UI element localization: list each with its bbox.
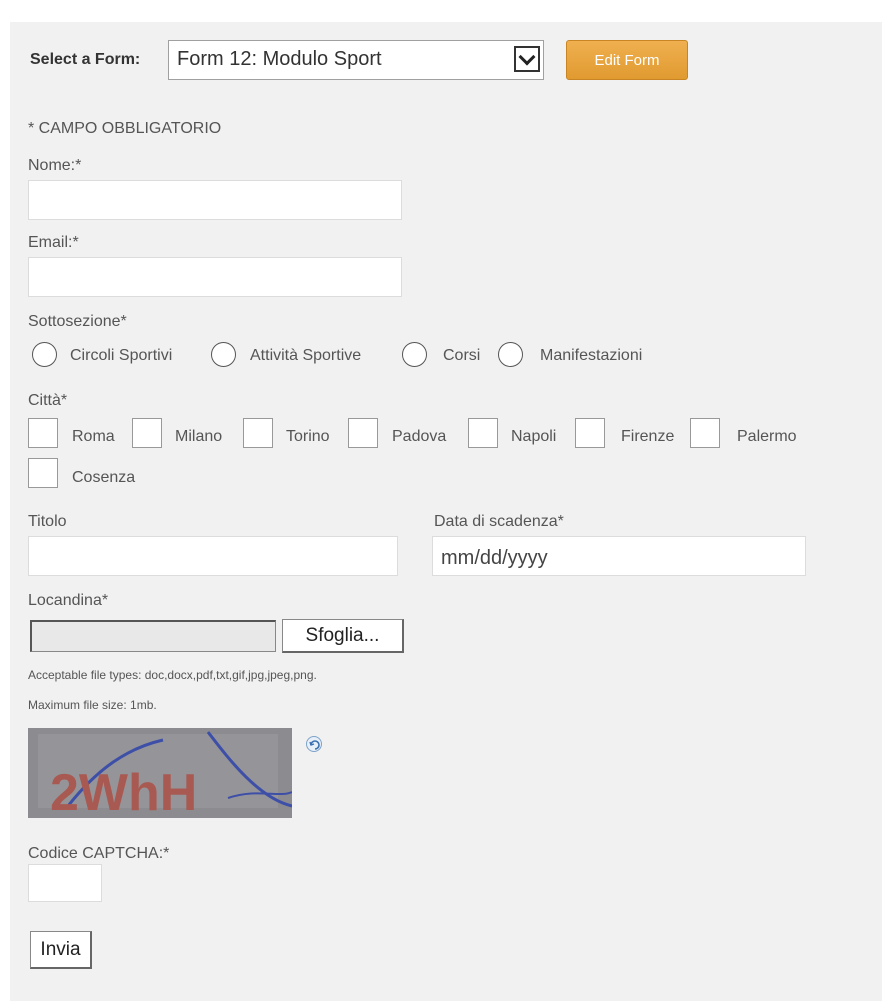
citta-label: Città* xyxy=(28,392,68,409)
checkbox-firenze[interactable] xyxy=(575,418,605,448)
required-note: * CAMPO OBBLIGATORIO xyxy=(28,120,222,137)
email-label: Email:* xyxy=(28,234,79,251)
locandina-file-field[interactable] xyxy=(30,620,276,652)
titolo-input[interactable] xyxy=(28,536,398,576)
checkbox-roma[interactable] xyxy=(28,418,58,448)
checkbox-napoli[interactable] xyxy=(468,418,498,448)
checkbox-label-padova: Padova xyxy=(392,428,447,445)
captcha-text: 2WhH xyxy=(50,764,197,818)
checkbox-label-roma: Roma xyxy=(72,428,115,445)
nome-label: Nome:* xyxy=(28,157,82,174)
email-input[interactable] xyxy=(28,257,402,297)
checkbox-cosenza[interactable] xyxy=(28,458,58,488)
edit-form-button[interactable]: Edit Form xyxy=(566,40,688,80)
refresh-arrow-graphic xyxy=(309,740,320,750)
titolo-label: Titolo xyxy=(28,513,67,530)
max-size-note: Maximum file size: 1mb. xyxy=(28,698,157,712)
captcha-graphic: 2WhH xyxy=(28,728,292,818)
radio-label-corsi: Corsi xyxy=(443,347,481,364)
form-select[interactable]: Form 12: Modulo Sport xyxy=(168,40,544,80)
radio-circoli-sportivi[interactable] xyxy=(32,342,57,367)
file-types-note: Acceptable file types: doc,docx,pdf,txt,… xyxy=(28,668,317,682)
nome-input[interactable] xyxy=(28,180,402,220)
captcha-code-label: Codice CAPTCHA:* xyxy=(28,845,170,862)
data-scadenza-input[interactable]: mm/dd/yyyy xyxy=(432,536,806,576)
checkbox-label-firenze: Firenze xyxy=(621,428,675,445)
checkbox-milano[interactable] xyxy=(132,418,162,448)
form-select-value: Form 12: Modulo Sport xyxy=(177,48,382,70)
checkbox-label-napoli: Napoli xyxy=(511,428,557,445)
captcha-code-input[interactable] xyxy=(28,864,102,902)
checkbox-label-palermo: Palermo xyxy=(737,428,797,445)
sottosezione-label: Sottosezione* xyxy=(28,313,127,330)
radio-corsi[interactable] xyxy=(402,342,427,367)
sfoglia-button[interactable]: Sfoglia... xyxy=(282,619,404,653)
locandina-label: Locandina* xyxy=(28,592,109,609)
data-scadenza-label: Data di scadenza* xyxy=(434,513,564,530)
radio-label-attivita-sportive: Attività Sportive xyxy=(250,347,362,364)
radio-label-circoli-sportivi: Circoli Sportivi xyxy=(70,347,173,364)
captcha-image: 2WhH xyxy=(28,728,292,818)
invia-button[interactable]: Invia xyxy=(30,931,92,969)
checkbox-padova[interactable] xyxy=(348,418,378,448)
radio-manifestazioni[interactable] xyxy=(498,342,523,367)
checkbox-torino[interactable] xyxy=(243,418,273,448)
radio-attivita-sportive[interactable] xyxy=(211,342,236,367)
refresh-icon[interactable] xyxy=(306,736,322,752)
checkbox-label-milano: Milano xyxy=(175,428,223,445)
chevron-down-icon[interactable] xyxy=(514,46,540,72)
radio-label-manifestazioni: Manifestazioni xyxy=(540,347,643,364)
checkbox-label-cosenza: Cosenza xyxy=(72,469,136,486)
select-form-label: Select a Form: xyxy=(30,51,141,68)
checkbox-palermo[interactable] xyxy=(690,418,720,448)
checkbox-label-torino: Torino xyxy=(286,428,330,445)
